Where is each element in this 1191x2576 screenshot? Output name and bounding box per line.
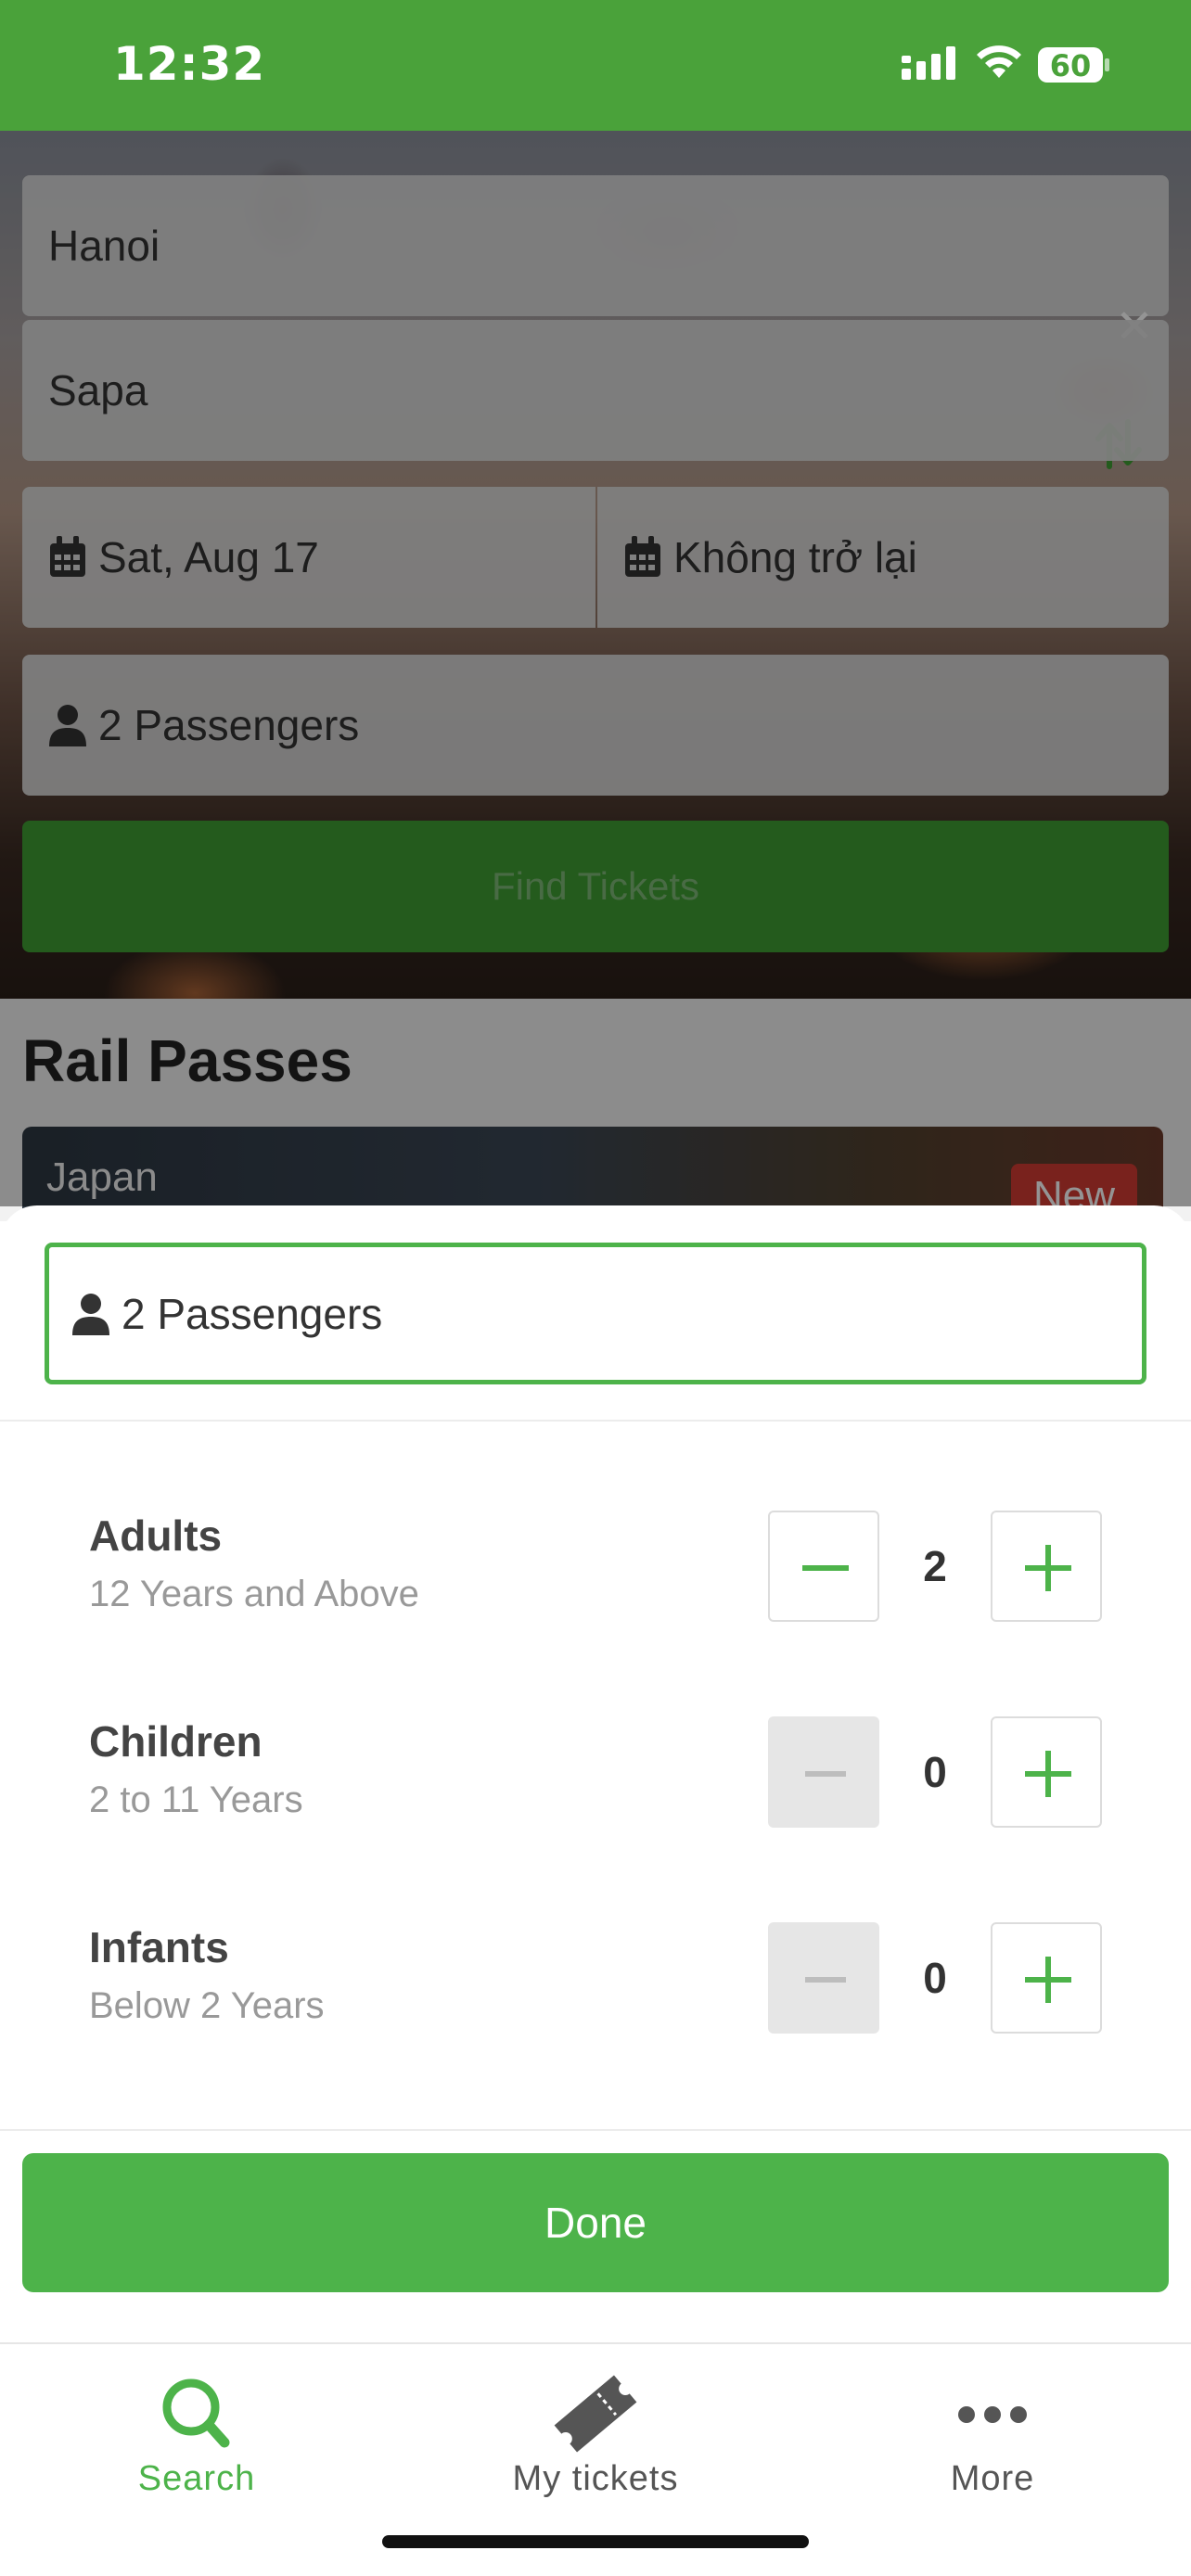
divider [0,1420,1191,1422]
passenger-type-label: Children [89,1717,263,1766]
more-icon [958,2406,1027,2423]
status-bar: 12:32 60 [0,0,1191,131]
adults-increment-button[interactable] [991,1511,1102,1622]
passenger-summary-value: 2 Passengers [122,1289,383,1338]
adults-count: 2 [923,1542,947,1590]
infants-decrement-button[interactable] [768,1922,879,2034]
passenger-type-description: Below 2 Years [89,1985,325,2026]
passenger-type-label: Adults [89,1511,223,1560]
infants-increment-button[interactable] [991,1922,1102,2034]
passenger-type-label: Infants [89,1923,229,1971]
tab-label: Search [137,2459,256,2498]
passenger-row-adults: Adults 12 Years and Above 2 [0,1511,1191,1622]
battery-level: 60 [1049,48,1092,83]
done-button[interactable]: Done [22,2153,1169,2292]
done-label: Done [544,2199,647,2247]
passenger-summary-field[interactable]: 2 Passengers [45,1243,1146,1384]
signal-icon [902,46,955,80]
person-icon [72,1293,109,1335]
passenger-type-description: 12 Years and Above [89,1574,419,1614]
minus-icon [805,1771,846,1777]
children-count: 0 [923,1748,947,1796]
tab-more[interactable]: More [853,2344,1132,2530]
wifi-icon [977,45,1021,78]
minus-icon [805,1977,846,1983]
children-decrement-button[interactable] [768,1716,879,1828]
divider [0,2129,1191,2131]
home-indicator [382,2535,809,2548]
tab-my-tickets[interactable]: My tickets [456,2344,735,2530]
adults-decrement-button[interactable] [768,1511,879,1622]
passenger-type-description: 2 to 11 Years [89,1779,303,1820]
tab-label: My tickets [512,2459,679,2498]
passenger-row-infants: Infants Below 2 Years 0 [0,1922,1191,2034]
modal-backdrop[interactable] [0,131,1191,1206]
search-icon [162,2378,230,2448]
infants-count: 0 [923,1954,947,2002]
ticket-icon [554,2375,637,2453]
battery-icon: 60 [1037,46,1111,83]
tab-search[interactable]: Search [58,2344,336,2530]
passenger-row-children: Children 2 to 11 Years 0 [0,1716,1191,1828]
status-time: 12:32 [113,37,266,91]
children-increment-button[interactable] [991,1716,1102,1828]
minus-icon [802,1565,849,1571]
tab-label: More [950,2459,1035,2498]
